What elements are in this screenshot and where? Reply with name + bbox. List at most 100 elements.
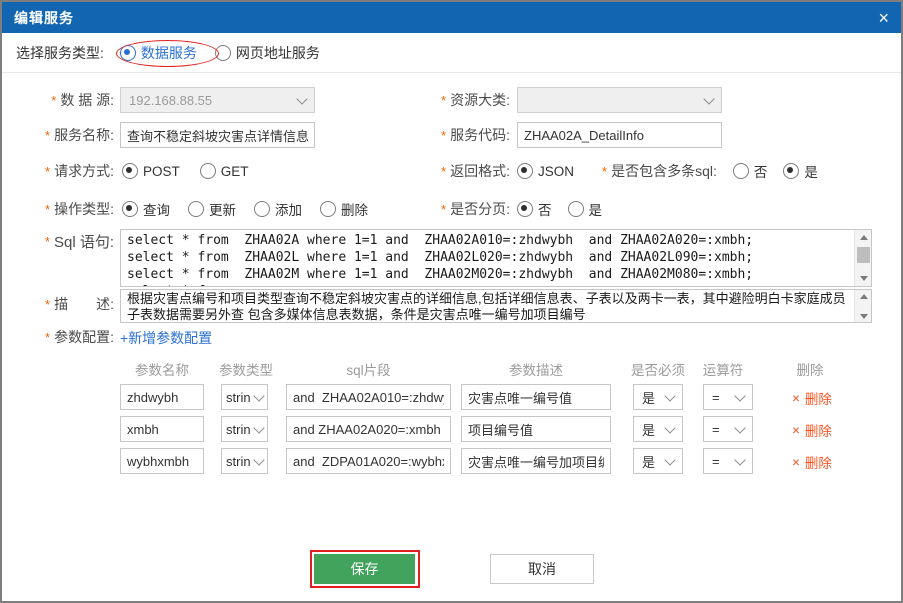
delete-row-button[interactable]: × 删除 [792, 452, 832, 472]
data-source-select[interactable]: 192.168.88.55 [120, 87, 315, 113]
chevron-down-icon [296, 93, 307, 104]
sql-fragment-input[interactable] [286, 448, 451, 474]
radio-button-icon[interactable] [122, 201, 138, 217]
required-select[interactable]: 是 [633, 448, 683, 474]
header-param-name: 参数名称 [120, 359, 204, 379]
service-code-input[interactable] [517, 122, 722, 148]
param-desc-input[interactable] [461, 448, 611, 474]
operator-select[interactable]: = [703, 448, 753, 474]
param-name-input[interactable] [120, 416, 204, 442]
service-name-input[interactable] [120, 122, 315, 148]
radio-update[interactable]: 更新 [188, 199, 236, 219]
param-type-select[interactable]: string [221, 384, 268, 410]
table-row: string 是 = × 删除 [120, 384, 880, 410]
required-select[interactable]: 是 [633, 384, 683, 410]
radio-button-icon[interactable] [568, 201, 584, 217]
multi-sql-label: * 是否包含多条sql: [602, 161, 717, 181]
header-delete: 删除 [780, 359, 840, 379]
description-textarea[interactable]: 根据灾害点编号和项目类型查询不稳定斜坡灾害点的详细信息,包括详细信息表、子表以及… [120, 289, 872, 323]
radio-button-icon[interactable] [200, 163, 216, 179]
cancel-button[interactable]: 取消 [490, 554, 594, 584]
radio-button-icon[interactable] [120, 45, 136, 61]
sql-textarea[interactable]: select * from ZHAA02A where 1=1 and ZHAA… [120, 229, 872, 287]
param-desc-input[interactable] [461, 416, 611, 442]
chevron-down-icon [734, 390, 745, 401]
operation-type-label: * 操作类型: [2, 196, 114, 222]
radio-page-yes[interactable]: 是 [568, 199, 603, 219]
pagination-group: 否 是 [517, 196, 602, 222]
param-type-select[interactable]: string [221, 448, 268, 474]
chevron-down-icon [253, 390, 264, 401]
header-param-desc: 参数描述 [461, 359, 611, 379]
delete-x-icon: × [792, 423, 800, 438]
radio-button-icon[interactable] [122, 163, 138, 179]
scroll-down-icon[interactable] [855, 271, 872, 286]
param-desc-input[interactable] [461, 384, 611, 410]
param-name-input[interactable] [120, 448, 204, 474]
header-required: 是否必须 [628, 359, 688, 379]
radio-post[interactable]: POST [122, 163, 180, 179]
chevron-down-icon [734, 454, 745, 465]
radio-button-icon[interactable] [517, 201, 533, 217]
header-sql-fragment: sql片段 [286, 359, 451, 379]
add-param-link[interactable]: +新增参数配置 [120, 328, 212, 348]
scrollbar-thumb[interactable] [857, 247, 870, 263]
chevron-down-icon [664, 422, 675, 433]
close-icon[interactable]: × [878, 9, 889, 27]
radio-button-icon[interactable] [517, 163, 533, 179]
pagination-label: * 是否分页: [402, 196, 510, 222]
chevron-down-icon [734, 422, 745, 433]
divider [2, 72, 901, 73]
radio-data-service[interactable]: 数据服务 [120, 43, 197, 63]
operator-select[interactable]: = [703, 384, 753, 410]
radio-button-icon[interactable] [215, 45, 231, 61]
sql-scrollbar[interactable] [854, 230, 871, 286]
radio-query[interactable]: 查询 [122, 199, 170, 219]
radio-get[interactable]: GET [200, 163, 249, 179]
service-type-row: 选择服务类型: 数据服务 网页地址服务 [2, 33, 901, 72]
required-select[interactable]: 是 [633, 416, 683, 442]
chevron-down-icon [253, 454, 264, 465]
delete-row-button[interactable]: × 删除 [792, 388, 832, 408]
operator-select[interactable]: = [703, 416, 753, 442]
service-code-label: * 服务代码: [402, 122, 510, 148]
scroll-down-icon[interactable] [855, 310, 872, 322]
scroll-up-icon[interactable] [855, 230, 872, 245]
radio-button-icon[interactable] [320, 201, 336, 217]
service-type-label: 选择服务类型: [16, 43, 104, 63]
request-method-label: * 请求方式: [2, 158, 114, 184]
resource-category-label: * 资源大类: [402, 87, 510, 113]
chevron-down-icon [664, 454, 675, 465]
header-operator: 运算符 [695, 359, 751, 379]
param-type-select[interactable]: string [221, 416, 268, 442]
description-scrollbar[interactable] [854, 290, 871, 322]
resource-category-select[interactable] [517, 87, 722, 113]
chevron-down-icon [703, 93, 714, 104]
radio-page-no[interactable]: 否 [517, 199, 552, 219]
radio-web-service[interactable]: 网页地址服务 [215, 43, 320, 63]
delete-x-icon: × [792, 455, 800, 470]
radio-delete[interactable]: 删除 [320, 199, 368, 219]
sql-fragment-input[interactable] [286, 416, 451, 442]
param-name-input[interactable] [120, 384, 204, 410]
radio-button-icon[interactable] [188, 201, 204, 217]
param-config-label: * 参数配置: [2, 327, 114, 347]
header-param-type: 参数类型 [216, 359, 276, 379]
radio-add[interactable]: 添加 [254, 199, 302, 219]
save-button[interactable]: 保存 [314, 554, 415, 584]
radio-button-icon[interactable] [254, 201, 270, 217]
edit-service-dialog: 编辑服务 × 选择服务类型: 数据服务 网页地址服务 * 数 据 源: 192.… [0, 0, 903, 603]
service-name-label: * 服务名称: [2, 122, 114, 148]
params-table-header: 参数名称 参数类型 sql片段 参数描述 是否必须 运算符 删除 [120, 359, 880, 379]
radio-button-icon[interactable] [733, 163, 749, 179]
description-label: * 描 述: [2, 294, 114, 314]
scroll-up-icon[interactable] [855, 290, 872, 302]
radio-button-icon[interactable] [783, 163, 799, 179]
radio-multi-sql-no[interactable]: 否 [733, 161, 768, 181]
radio-multi-sql-yes[interactable]: 是 [783, 161, 818, 181]
delete-row-button[interactable]: × 删除 [792, 420, 832, 440]
dialog-title: 编辑服务 [14, 8, 74, 28]
return-format-label: * 返回格式: [402, 158, 510, 184]
sql-fragment-input[interactable] [286, 384, 451, 410]
radio-json[interactable]: JSON [517, 163, 574, 179]
